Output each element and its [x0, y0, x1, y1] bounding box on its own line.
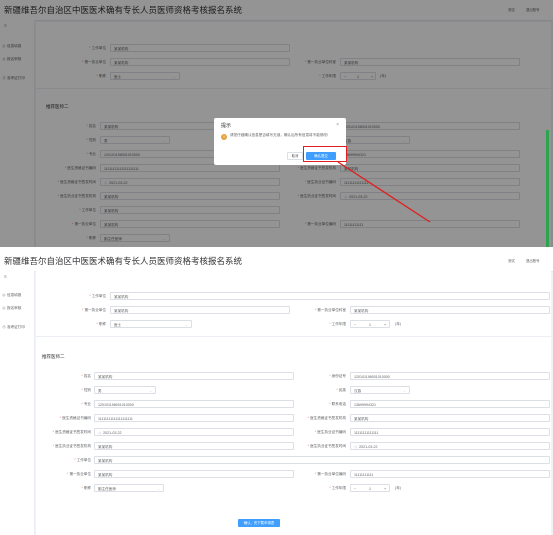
ethnic-select[interactable]: 汉族 ⌄	[350, 386, 410, 394]
chevron-down-icon: ⌄	[402, 388, 406, 393]
annotation-arrow	[337, 161, 431, 223]
sidebar-item-info-fill[interactable]: ◎ 信息填报	[0, 293, 34, 303]
form-row: * 第一执业单位 某某机构 * 第一执业单位科室 某某机构	[36, 306, 551, 315]
work-unit-field[interactable]: 某某机构	[94, 456, 550, 464]
sidebar-item-admit-print[interactable]: ⎙ 准考证打印	[0, 325, 34, 335]
form-content: * 工作单位 某某机构 * 第一执业单位 某某机构 * 第一执业单位科室 某某机…	[36, 271, 551, 535]
work-years-stepper[interactable]: −1 +	[350, 320, 390, 328]
practice-unit-field[interactable]: 某某机构	[110, 306, 290, 314]
chevron-down-icon: ⌄	[148, 388, 152, 393]
license-number-field[interactable]: 11111111111111	[350, 428, 550, 436]
calendar-icon: ◷	[354, 444, 358, 449]
plus-icon: +	[384, 486, 387, 491]
confirm-download-button[interactable]: 确认，完下载申请表	[238, 519, 280, 527]
form-row: * 职称 副主任医师 ⌄ * 工作年限 −1 + (年)	[81, 484, 401, 492]
user-link[interactable]: 测试	[508, 258, 515, 263]
cert-org-field[interactable]: 某某机构	[350, 414, 550, 422]
gender-select[interactable]: 男 ⌄	[94, 386, 156, 394]
print-icon: ⎙	[2, 325, 6, 329]
form-row: * 医生资格证书编码 11111111111111111111 * 医生资格证书…	[36, 414, 551, 423]
minus-icon: −	[354, 322, 357, 327]
name-field[interactable]: 某某机构	[94, 372, 294, 380]
form-row: * 医生资格证书签发时间 ◷ 2021-03-22 * 医生执业证书编码 1111…	[36, 428, 551, 437]
calendar-icon: ◷	[98, 430, 102, 435]
collapse-icon[interactable]: ≡	[4, 274, 7, 280]
chevron-down-icon: ⌄	[184, 322, 188, 327]
sidebar-item-review[interactable]: ◎ 报名审核	[0, 306, 34, 316]
circle-icon: ◎	[2, 306, 6, 310]
minus-icon: −	[354, 486, 357, 491]
form-row: * 工作单位 某某机构	[36, 292, 551, 301]
title-select[interactable]: 副主任医师 ⌄	[94, 484, 164, 492]
form-row: * 职称 医士 ⌄ * 工作年限 −1 + (年)	[96, 320, 401, 328]
cert-number-field[interactable]: 11111111111111111111	[94, 414, 294, 422]
practice-dept-field[interactable]: 某某机构	[350, 306, 550, 314]
practice-unit-field[interactable]: 某某机构	[94, 470, 294, 478]
chevron-down-icon: ⌄	[156, 486, 160, 491]
form-row: * 医生执业证书签发机构 某某机构 * 医生执业证书签发时间 ◷ 2021-03-…	[36, 442, 551, 451]
logout-link[interactable]: 退出账号	[526, 258, 540, 263]
form-row: * 第一执业单位 某某机构 * 第一执业单位编码 11111111111	[36, 470, 551, 479]
plus-icon: +	[384, 322, 387, 327]
form-row: * 专业 120101198001010000 * 联系电话 136999943…	[36, 400, 551, 409]
app-title: 新疆维吾尔自治区中医医术确有专长人员医师资格考核报名系统	[4, 256, 243, 266]
license-date-picker[interactable]: ◷ 2021-03-22	[350, 442, 550, 450]
form-row: * 工作单位 某某机构	[36, 456, 551, 465]
practice-unit-code-field[interactable]: 11111111111	[350, 470, 550, 478]
form-row: * 性别 男⌄ * 民族 汉族⌄	[36, 386, 551, 395]
divider	[36, 336, 551, 337]
license-org-field[interactable]: 某某机构	[94, 442, 294, 450]
sidebar-item-label: 报名审核	[7, 306, 22, 310]
form-row: * 姓名 某某机构 * 身份证号 120101198001010000	[36, 372, 551, 381]
major-field[interactable]: 120101198001010000	[94, 400, 294, 408]
screenshot-with-dialog: 新疆维吾尔自治区中医医术确有专长人员医师资格考核报名系统 测试 退出账号 ≡ ◎…	[0, 0, 553, 247]
title-select[interactable]: 医士 ⌄	[110, 320, 192, 328]
sidebar-item-label: 信息填报	[7, 293, 22, 297]
sidebar-item-label: 准考证打印	[7, 325, 25, 329]
phone-field[interactable]: 13699994321	[350, 400, 550, 408]
id-number-field[interactable]: 120101198001010000	[350, 372, 550, 380]
screenshot-form: 新疆维吾尔自治区中医医术确有专长人员医师资格考核报名系统 测试 退出账号 ≡ ◎…	[0, 251, 553, 535]
circle-icon: ◎	[2, 293, 6, 297]
top-bar: 新疆维吾尔自治区中医医术确有专长人员医师资格考核报名系统 测试 退出账号	[0, 251, 553, 272]
sidebar: ≡ ◎ 信息填报 ◎ 报名审核 ⎙ 准考证打印	[0, 271, 35, 535]
work-years-stepper[interactable]: −1 +	[350, 484, 390, 492]
work-unit-field[interactable]: 某某机构	[110, 292, 550, 300]
section-title: 推荐医师二	[42, 354, 65, 359]
cert-date-picker[interactable]: ◷ 2021-03-22	[94, 428, 294, 436]
